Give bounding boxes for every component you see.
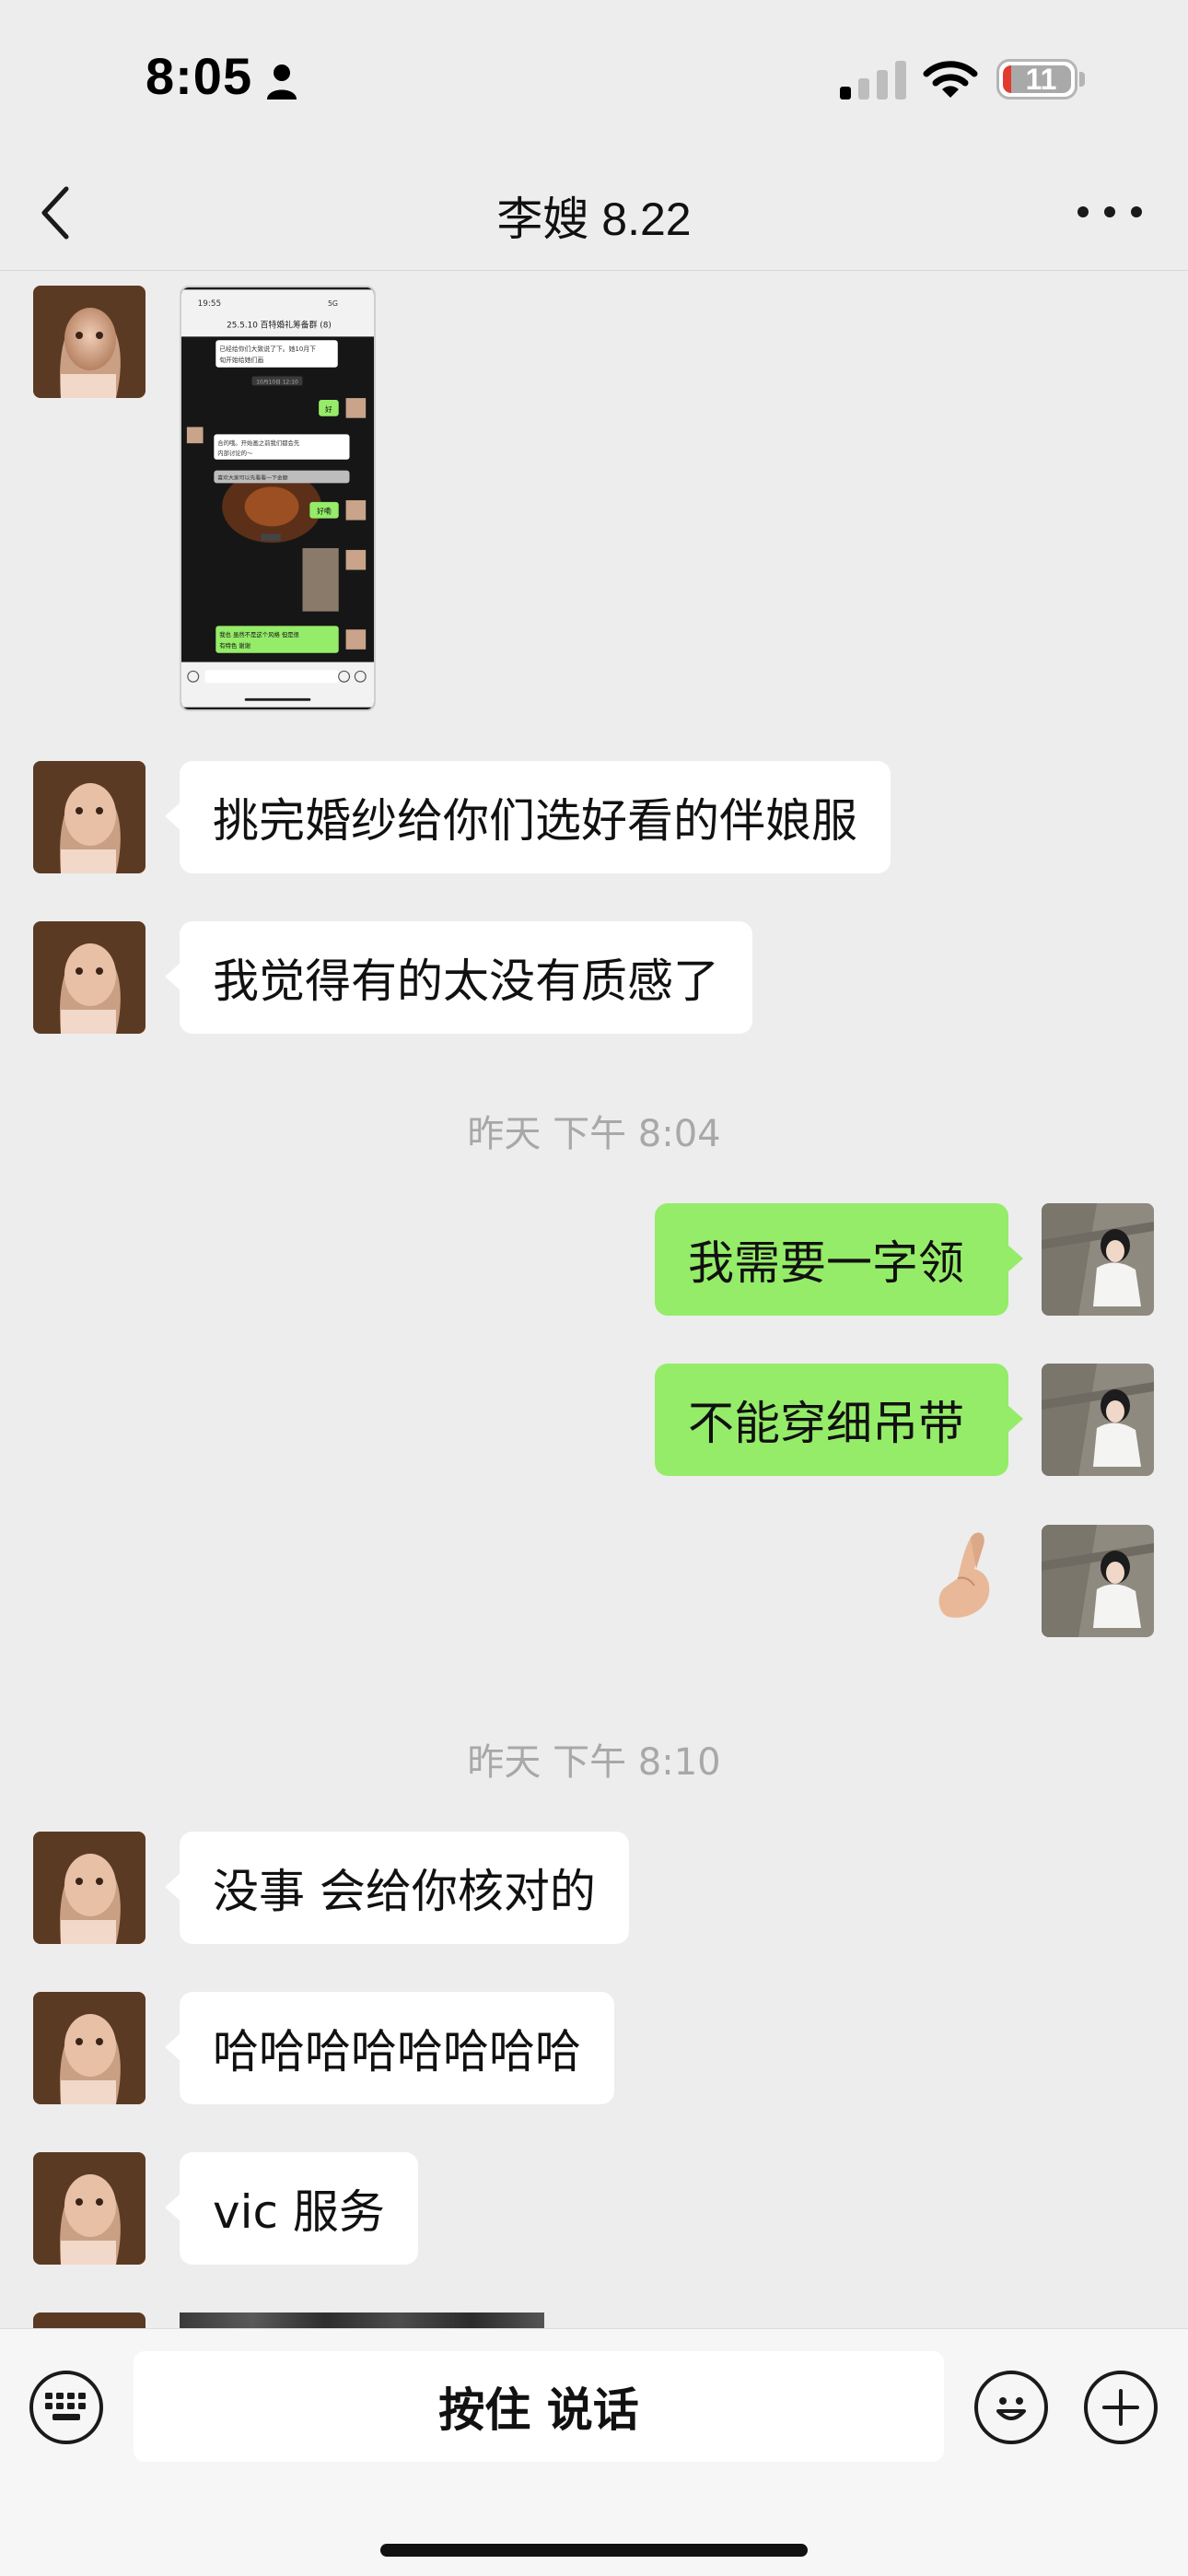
- battery-icon: 11: [996, 59, 1077, 100]
- plus-icon: [1102, 2389, 1139, 2426]
- contact-avatar[interactable]: [33, 1832, 146, 1944]
- contact-avatar[interactable]: [33, 286, 146, 398]
- more-dots-icon: [1077, 206, 1089, 217]
- contact-avatar[interactable]: [33, 921, 146, 1034]
- thumb-in2: 喜欢大家可以先看看一下金额: [217, 474, 288, 481]
- thumb-signal: 5G: [328, 299, 338, 308]
- more-button[interactable]: [1077, 184, 1142, 240]
- contact-avatar[interactable]: [33, 761, 146, 873]
- more-actions-button[interactable]: [1084, 2371, 1158, 2444]
- incoming-message-bubble[interactable]: vic 服务: [165, 2152, 418, 2265]
- thumb-line1: 已经给你们大致说了下。她10月下: [219, 345, 316, 353]
- thumb-line2: 旬开始给她们画: [219, 356, 263, 364]
- screenshot-image-message[interactable]: 19:55 5G 25.5.10 百特婚礼筹备群 (8) 已经给你们大致说了下。…: [180, 286, 376, 711]
- my-avatar[interactable]: [1042, 1525, 1154, 1637]
- thumb-time-label: 10月10日 12:10: [256, 379, 298, 385]
- message-list[interactable]: 19:55 5G 25.5.10 百特婚礼筹备群 (8) 已经给你们大致说了下。…: [0, 272, 1188, 2328]
- chat-header: 李嫂 8.22: [0, 157, 1188, 271]
- thumb-in1a: 合的哦。开始画之前我们都会先: [217, 439, 300, 447]
- thumb-time: 19:55: [198, 299, 221, 309]
- keyboard-icon: [45, 2393, 86, 2420]
- thumb-ok2: 好嘞: [317, 507, 332, 516]
- thumb-header: 25.5.10 百特婚礼筹备群 (8): [227, 320, 332, 331]
- hold-to-talk-button[interactable]: 按住 说话: [134, 2351, 944, 2462]
- incoming-message-bubble[interactable]: 挑完婚纱给你们选好看的伴娘服: [165, 761, 891, 873]
- person-icon: [267, 64, 297, 100]
- wifi-icon: [923, 61, 978, 98]
- thumb-ok: 好: [325, 404, 332, 414]
- chat-title: 李嫂 8.22: [496, 193, 692, 245]
- thumb-out2: 有特色 谢谢: [219, 641, 250, 650]
- thumb-in1b: 内部讨论的～: [217, 449, 253, 457]
- timestamp: 昨天 下午 8:04: [467, 1113, 721, 1155]
- battery-level: 11: [1003, 63, 1071, 96]
- timestamp: 昨天 下午 8:10: [467, 1741, 721, 1784]
- status-time: 8:05: [146, 47, 253, 105]
- my-avatar[interactable]: [1042, 1364, 1154, 1476]
- my-avatar[interactable]: [1042, 1203, 1154, 1316]
- input-bar: 按住 说话: [0, 2328, 1188, 2576]
- status-bar: 8:05 11: [0, 0, 1188, 157]
- outgoing-message-bubble[interactable]: 不能穿细吊带: [655, 1364, 1023, 1476]
- battery-cap: [1079, 72, 1085, 87]
- smiley-icon: [996, 2397, 1026, 2420]
- contact-avatar[interactable]: [33, 1992, 146, 2104]
- thumb-out1: 我也 虽然不是这个风格 但是很: [219, 630, 299, 638]
- contact-avatar[interactable]: [33, 2152, 146, 2265]
- incoming-message-bubble[interactable]: 我觉得有的太没有质感了: [165, 921, 752, 1034]
- incoming-message-bubble[interactable]: 哈哈哈哈哈哈哈哈: [165, 1992, 614, 2104]
- finger-heart-sticker-icon[interactable]: [930, 1525, 1004, 1626]
- image-message[interactable]: [180, 2313, 544, 2328]
- keyboard-toggle-button[interactable]: [29, 2371, 103, 2444]
- contact-avatar[interactable]: [33, 2313, 146, 2328]
- cellular-signal-icon: [840, 61, 906, 100]
- outgoing-message-bubble[interactable]: 我需要一字领: [655, 1203, 1023, 1316]
- home-indicator[interactable]: [380, 2544, 808, 2557]
- emoji-button[interactable]: [974, 2371, 1048, 2444]
- incoming-message-bubble[interactable]: 没事 会给你核对的: [165, 1832, 629, 1944]
